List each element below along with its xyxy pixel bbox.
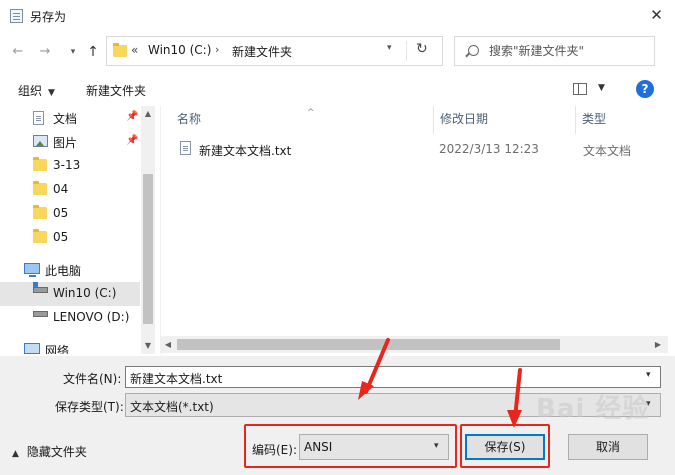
filetype-label: 保存类型(T): [55, 400, 124, 414]
document-icon [33, 111, 44, 125]
filename-field[interactable]: 新建文本文档.txt ▾ [125, 366, 661, 388]
hide-folders-label: 隐藏文件夹 [26, 445, 87, 459]
sidebar-item-lenovo-d[interactable]: LENOVO (D:) [0, 306, 140, 330]
folder-icon [33, 157, 47, 171]
table-row[interactable]: 新建文本文档.txt 2022/3/13 12:23 文本文档 [171, 138, 668, 160]
sidebar-item-label: Win10 (C:) [53, 286, 117, 300]
new-folder-button[interactable]: 新建文件夹 [86, 82, 146, 99]
sidebar-item-05[interactable]: 05 [0, 226, 140, 250]
encoding-value: ANSI [304, 440, 333, 454]
view-options-icon[interactable] [573, 83, 587, 95]
search-input[interactable] [489, 42, 649, 60]
address-divider [406, 41, 407, 61]
network-icon [24, 343, 40, 354]
this-pc-icon [24, 263, 40, 277]
column-header-label: 类型 [582, 112, 607, 126]
scroll-up-icon[interactable]: ▲ [141, 106, 155, 121]
up-arrow-icon[interactable]: ↑ [84, 42, 102, 62]
breadcrumb-overflow[interactable]: « [131, 43, 138, 57]
folder-icon [33, 229, 47, 243]
scrollbar-thumb[interactable] [143, 174, 153, 324]
search-icon [468, 45, 479, 56]
search-box[interactable] [454, 36, 655, 66]
chevron-down-icon[interactable]: ▼ [598, 83, 605, 93]
folder-icon [33, 205, 47, 219]
sidebar-item-label: 04 [53, 182, 69, 196]
organize-label: 组织 [18, 84, 43, 98]
forward-arrow-icon[interactable]: → [36, 42, 54, 62]
scrollbar-thumb[interactable] [177, 339, 560, 350]
sidebar-item-documents[interactable]: 文档 📌 [0, 106, 140, 130]
chevron-up-icon: ▲ [12, 449, 19, 459]
organize-button[interactable]: 组织 ▼ [18, 82, 55, 99]
text-file-icon [180, 141, 191, 155]
cancel-button[interactable]: 取消 [568, 434, 648, 460]
column-header-type[interactable]: 类型 [576, 106, 668, 134]
notepad-icon [10, 9, 23, 23]
scroll-right-icon[interactable]: ▶ [650, 336, 666, 353]
sidebar-item-05[interactable]: 05 [0, 202, 140, 226]
sidebar-item-label: 3-13 [53, 158, 81, 172]
filename-value: 新建文本文档.txt [130, 372, 223, 386]
command-bar: 组织 ▼ 新建文件夹 ▼ ? [0, 74, 675, 106]
sidebar-item-this-pc[interactable]: 此电脑 [0, 258, 140, 282]
address-bar[interactable]: « Win10 (C:) › 新建文件夹 ▾ ↻ [106, 36, 443, 66]
horizontal-scrollbar[interactable]: ◀ ▶ [160, 336, 668, 353]
breadcrumb-drive[interactable]: Win10 (C:) [148, 43, 211, 57]
folder-icon [33, 181, 47, 195]
encoding-label: 编码(E): [252, 443, 297, 457]
back-arrow-icon[interactable]: ← [9, 42, 27, 62]
close-button[interactable]: ✕ [638, 0, 675, 32]
file-date-cell: 2022/3/13 12:23 [439, 142, 539, 156]
folder-icon [113, 43, 127, 57]
window-title: 另存为 [30, 10, 67, 24]
breadcrumb-folder[interactable]: 新建文件夹 [232, 43, 292, 60]
file-list: 名称 ^ 修改日期 类型 新建文本文档.txt 2022/3/13 12:23 … [160, 106, 668, 354]
help-icon[interactable]: ? [636, 80, 654, 98]
drive-icon [33, 282, 48, 293]
sidebar-item-label: 05 [53, 206, 69, 220]
pin-icon: 📌 [126, 111, 139, 122]
chevron-down-icon: ▾ [434, 441, 439, 451]
navigation-pane: 文档 📌 图片 📌 3-13 04 05 05 此电脑 Win10 (C:) L… [0, 106, 155, 354]
column-header-label: 名称 [177, 112, 202, 126]
file-type-cell: 文本文档 [583, 144, 632, 158]
drive-icon [33, 311, 48, 317]
breadcrumb-separator-icon[interactable]: › [215, 43, 219, 56]
chevron-down-icon: ▼ [48, 88, 55, 98]
recent-locations-chevron-icon[interactable]: ▾ [64, 42, 82, 62]
baidu-watermark: Bai 经验 [536, 394, 650, 424]
column-header-name[interactable]: 名称 ^ [171, 106, 434, 134]
hide-folders-toggle[interactable]: ▲ 隐藏文件夹 [12, 443, 87, 460]
sidebar-item-3-13[interactable]: 3-13 [0, 154, 140, 178]
column-header-date[interactable]: 修改日期 [434, 106, 576, 134]
filetype-value: 文本文档(*.txt) [130, 400, 214, 414]
pictures-icon [33, 135, 48, 147]
sidebar-item-04[interactable]: 04 [0, 178, 140, 202]
address-row: ← → ▾ ↑ « Win10 (C:) › 新建文件夹 ▾ ↻ [0, 32, 675, 72]
sidebar-item-network[interactable]: 网络 [0, 338, 140, 354]
sidebar-item-win10-c[interactable]: Win10 (C:) [0, 282, 140, 306]
sidebar-scrollbar[interactable]: ▲ ▼ [141, 106, 155, 354]
file-name-cell: 新建文本文档.txt [199, 144, 292, 158]
sidebar-item-label: 图片 [53, 136, 78, 150]
sidebar-item-label: 文档 [53, 112, 78, 126]
sidebar-item-label: 05 [53, 230, 69, 244]
sidebar-item-label: LENOVO (D:) [53, 310, 130, 324]
save-button[interactable]: 保存(S) [465, 434, 545, 460]
sidebar-item-label: 此电脑 [45, 264, 82, 278]
chevron-down-icon[interactable]: ▾ [646, 370, 651, 380]
scroll-left-icon[interactable]: ◀ [160, 336, 176, 353]
encoding-select[interactable]: ANSI ▾ [299, 434, 449, 460]
column-header-label: 修改日期 [440, 112, 489, 126]
refresh-icon[interactable]: ↻ [416, 41, 428, 57]
filename-label: 文件名(N): [63, 372, 122, 386]
sidebar-item-label: 网络 [45, 344, 70, 354]
chevron-down-icon[interactable]: ▾ [387, 43, 392, 53]
sort-ascending-icon: ^ [307, 108, 315, 118]
scroll-down-icon[interactable]: ▼ [141, 338, 155, 353]
sidebar-item-pictures[interactable]: 图片 📌 [0, 130, 140, 154]
pin-icon: 📌 [126, 135, 139, 146]
title-bar: 另存为 ✕ [0, 0, 675, 32]
